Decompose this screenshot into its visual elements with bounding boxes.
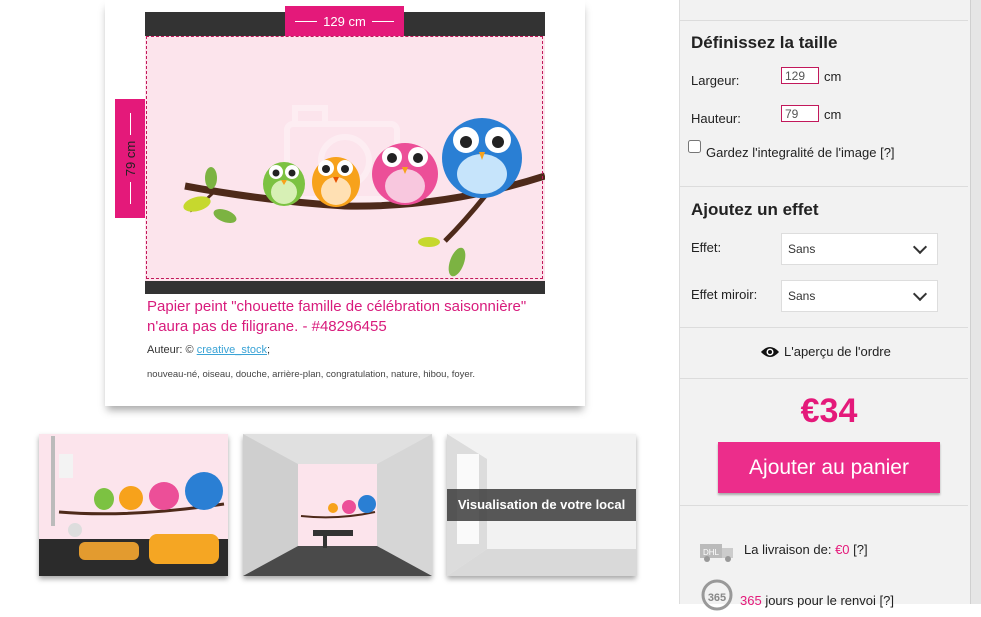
returns-label: jours pour le renvoi bbox=[761, 593, 880, 608]
width-dimension-badge: 129 cm bbox=[285, 6, 404, 36]
delivery-truck-icon: DHL bbox=[698, 540, 738, 562]
keep-image-label: Gardez l'integralité de l'image [?] bbox=[706, 145, 895, 160]
eye-icon bbox=[761, 346, 779, 357]
effect-heading: Ajoutez un effet bbox=[691, 200, 819, 219]
visualize-room-overlay[interactable]: Visualisation de votre local bbox=[447, 489, 636, 521]
product-tags: nouveau-né, oiseau, douche, arrière-plan… bbox=[147, 369, 475, 380]
delivery-price: €0 bbox=[835, 542, 850, 557]
author-suffix: ; bbox=[267, 344, 271, 356]
crop-frame bbox=[146, 36, 543, 279]
height-dimension-label: 79 cm bbox=[122, 140, 138, 177]
image-bottom-bar bbox=[145, 281, 545, 294]
height-unit: cm bbox=[824, 107, 842, 122]
width-dimension-label: 129 cm bbox=[323, 13, 366, 29]
returns-help[interactable]: [?] bbox=[879, 593, 893, 608]
size-heading: Définissez la taille bbox=[691, 33, 838, 52]
divider bbox=[680, 20, 968, 21]
mirror-effect-label: Effet miroir: bbox=[691, 287, 758, 302]
svg-text:365: 365 bbox=[708, 592, 726, 604]
height-dimension-badge: 79 cm bbox=[115, 99, 145, 218]
thumbnail-living-room[interactable] bbox=[39, 434, 228, 576]
divider bbox=[680, 327, 968, 328]
office-preview bbox=[243, 434, 432, 576]
height-input[interactable] bbox=[781, 105, 819, 122]
left-arrow-icon bbox=[295, 20, 318, 22]
keep-image-checkbox[interactable] bbox=[688, 140, 701, 153]
scrollbar[interactable] bbox=[970, 0, 981, 604]
price: €34 bbox=[800, 392, 858, 430]
living-room-preview bbox=[39, 434, 228, 576]
down-arrow-icon bbox=[129, 182, 131, 205]
thumbnail-visualize-room[interactable]: Visualisation de votre local bbox=[447, 434, 636, 576]
delivery-label: La livraison de: bbox=[744, 542, 836, 557]
author-link[interactable]: creative_stock bbox=[197, 344, 267, 356]
mirror-effect-select[interactable]: Sans bbox=[781, 280, 938, 312]
up-arrow-icon bbox=[129, 112, 131, 135]
effect-label: Effet: bbox=[691, 240, 722, 255]
width-label: Largeur: bbox=[691, 73, 740, 88]
keep-image-help[interactable]: [?] bbox=[880, 145, 894, 160]
chevron-down-icon bbox=[912, 239, 928, 254]
author-prefix: Auteur: © bbox=[147, 344, 197, 356]
width-unit: cm bbox=[824, 69, 842, 84]
add-to-cart-button[interactable]: Ajouter au panier bbox=[718, 442, 940, 493]
keep-image-text: Gardez l'integralité de l'image bbox=[706, 145, 877, 160]
divider bbox=[680, 186, 968, 187]
divider bbox=[680, 378, 968, 379]
product-title: Papier peint "chouette famille de célébr… bbox=[147, 298, 527, 335]
effect-select[interactable]: Sans bbox=[781, 233, 938, 265]
width-input[interactable] bbox=[781, 67, 819, 84]
effect-select-value: Sans bbox=[788, 242, 816, 256]
returns-days: 365 bbox=[740, 593, 762, 608]
thumbnail-office[interactable] bbox=[243, 434, 432, 576]
returns-line: 365 jours pour le renvoi [?] bbox=[740, 593, 894, 608]
right-arrow-icon bbox=[371, 20, 394, 22]
order-preview-label: L'aperçu de l'ordre bbox=[784, 344, 891, 359]
height-label: Hauteur: bbox=[691, 111, 741, 126]
delivery-line: La livraison de: €0 [?] bbox=[744, 542, 868, 557]
author-line: Auteur: © creative_stock; bbox=[147, 344, 270, 356]
order-preview-link[interactable]: L'aperçu de l'ordre bbox=[760, 344, 891, 359]
delivery-help[interactable]: [?] bbox=[853, 542, 867, 557]
chevron-down-icon bbox=[912, 286, 928, 301]
svg-text:DHL: DHL bbox=[703, 548, 720, 557]
mirror-select-value: Sans bbox=[788, 289, 816, 303]
returns-365-icon: 365 bbox=[700, 578, 734, 612]
divider bbox=[680, 505, 968, 506]
